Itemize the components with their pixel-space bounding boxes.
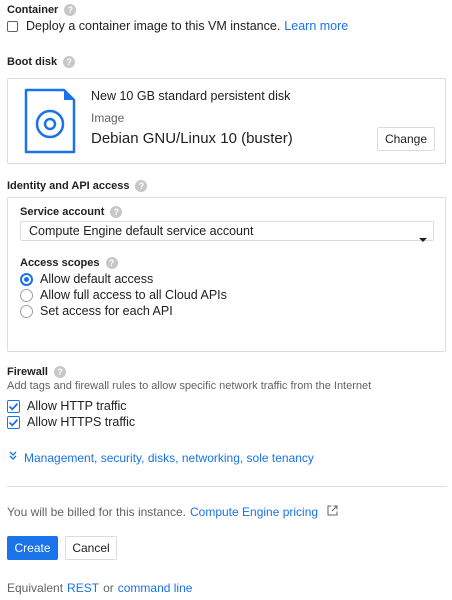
create-button[interactable]: Create [7,536,58,560]
deploy-container-checkbox[interactable] [7,20,18,32]
https-checkbox[interactable] [7,416,20,434]
divider [7,486,447,487]
change-button[interactable]: Change [377,127,435,151]
management-expander[interactable]: Management, security, disks, networking,… [7,450,314,466]
chevron-down-icon [7,449,19,467]
learn-more-link[interactable]: Learn more [284,19,348,33]
identity-section-title: Identity and API access ? [7,180,148,192]
management-link[interactable]: Management, security, disks, networking,… [24,451,314,465]
boot-disk-section-title: Boot disk ? [7,56,76,68]
help-icon[interactable]: ? [64,4,77,16]
scope-each-radio[interactable] [20,304,33,318]
rest-link[interactable]: REST [67,581,99,595]
deploy-container-label: Deploy a container image to this VM inst… [26,19,281,33]
equivalent-row: Equivalent REST or command line [7,580,192,596]
identity-card: Service account ? Compute Engine default… [7,197,446,352]
scope-option-default[interactable]: Allow default access [20,271,153,287]
pricing-link[interactable]: Compute Engine pricing [190,505,318,519]
https-traffic-option[interactable]: Allow HTTPS traffic [7,414,135,430]
billing-row: You will be billed for this instance. Co… [7,504,338,520]
container-deploy-row: Deploy a container image to this VM inst… [7,18,348,34]
help-icon[interactable]: ? [135,180,148,192]
command-line-link[interactable]: command line [118,581,193,595]
image-label: Image [91,111,125,125]
firewall-section-title: Firewall ? [7,366,66,378]
billing-text: You will be billed for this instance. [7,505,186,519]
scope-option-label: Allow full access to all Cloud APIs [40,288,227,302]
dropdown-arrow-icon [419,229,427,247]
help-icon[interactable]: ? [63,56,76,68]
disk-icon [24,88,76,159]
scope-full-radio[interactable] [20,288,33,302]
scope-option-full[interactable]: Allow full access to all Cloud APIs [20,287,227,303]
http-traffic-label: Allow HTTP traffic [27,399,127,413]
container-section-title: Container ? [7,4,77,16]
http-traffic-option[interactable]: Allow HTTP traffic [7,398,127,414]
help-icon[interactable]: ? [53,366,66,378]
https-traffic-label: Allow HTTPS traffic [27,415,136,429]
or-text: or [103,581,114,595]
service-account-value: Compute Engine default service account [29,224,254,238]
external-link-icon[interactable] [327,503,338,521]
equivalent-prefix: Equivalent [7,581,64,595]
image-value: Debian GNU/Linux 10 (buster) [91,130,293,147]
scope-option-label: Set access for each API [40,304,173,318]
scope-option-label: Allow default access [40,272,154,286]
service-account-label: Service account ? [20,206,123,218]
service-account-select[interactable]: Compute Engine default service account [20,221,434,242]
help-icon[interactable]: ? [105,257,118,269]
boot-disk-card: New 10 GB standard persistent disk Image… [7,78,446,164]
scope-option-each[interactable]: Set access for each API [20,303,173,319]
scope-default-radio[interactable] [20,272,33,286]
access-scopes-label: Access scopes ? [20,257,118,269]
cancel-button[interactable]: Cancel [65,536,117,560]
firewall-description: Add tags and firewall rules to allow spe… [7,380,372,392]
help-icon[interactable]: ? [110,206,123,218]
disk-name: New 10 GB standard persistent disk [91,89,291,103]
